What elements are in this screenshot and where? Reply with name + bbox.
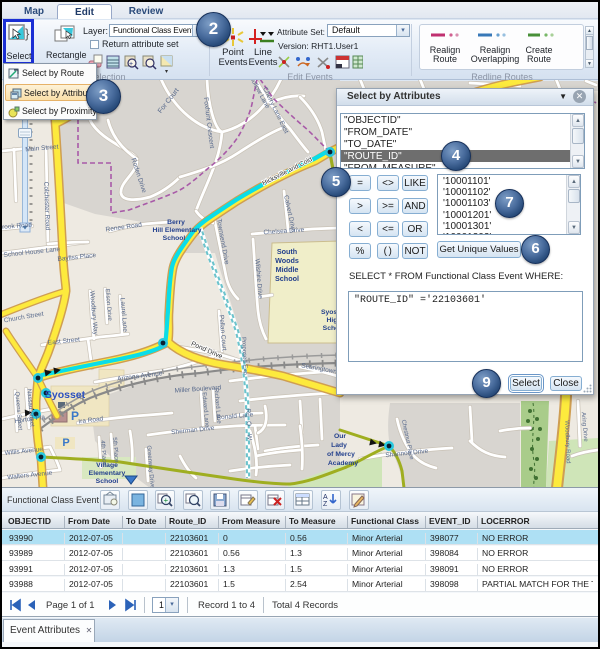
svg-text:P: P [62,437,69,449]
svg-text:School: School [96,478,119,485]
svg-text:Elementary: Elementary [89,470,126,477]
svg-text:Village: Village [96,462,118,469]
svg-text:Hill Elementary: Hill Elementary [152,227,201,234]
svg-text:School: School [163,235,186,242]
svg-text:Academy: Academy [328,460,358,467]
svg-text:School: School [275,274,299,283]
svg-text:Middle: Middle [276,265,299,274]
svg-text:}: } [25,26,30,41]
svg-text:+: + [164,496,169,505]
svg-text:of Mercy: of Mercy [327,451,355,458]
svg-text:A: A [323,494,328,501]
svg-text:Z: Z [323,501,328,508]
svg-text:Syosset: Syosset [45,389,86,401]
svg-text:Berry: Berry [167,219,185,226]
svg-text:+: + [129,61,133,68]
svg-text:South: South [277,247,297,256]
svg-text:Woods: Woods [275,256,299,265]
svg-text:Lady: Lady [331,442,347,449]
svg-text:Our: Our [334,433,346,440]
svg-text:P: P [71,409,79,423]
